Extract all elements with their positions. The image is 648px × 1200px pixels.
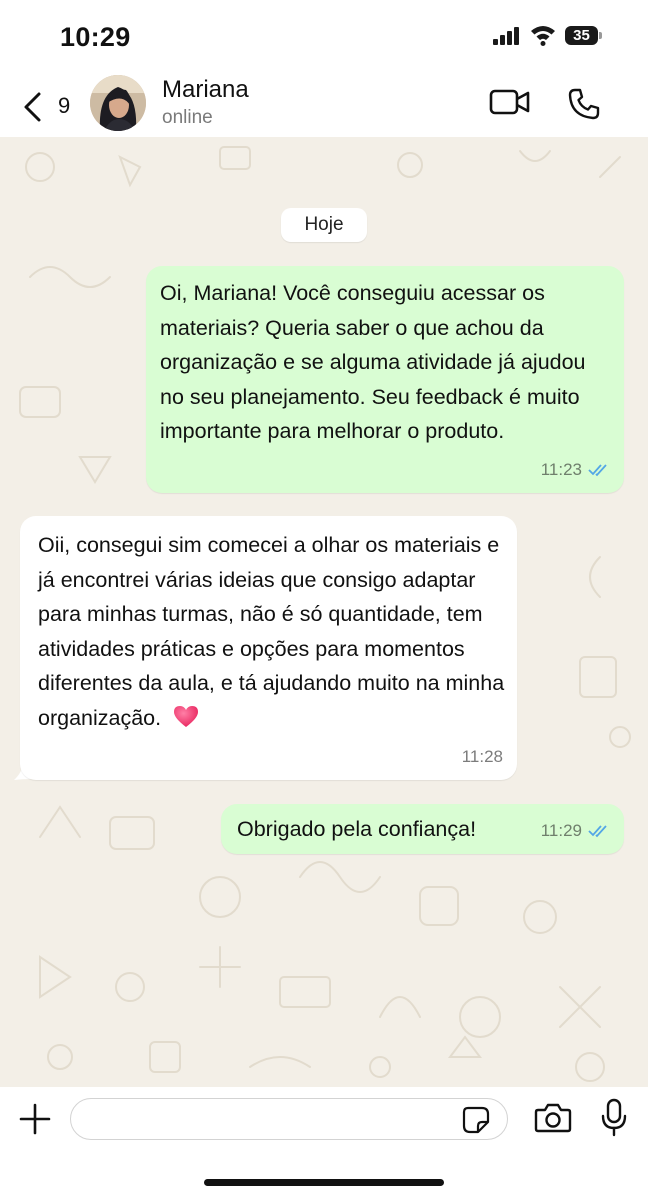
message-text: Obrigado pela confiança!	[237, 817, 477, 841]
message-time: 11:29	[540, 820, 582, 840]
battery-icon: 35	[565, 26, 598, 45]
avatar[interactable]	[90, 75, 146, 131]
cellular-signal-icon	[493, 27, 519, 45]
contact-name[interactable]: Mariana	[162, 76, 249, 104]
message-input[interactable]	[70, 1098, 508, 1140]
double-check-icon	[588, 825, 607, 838]
status-time: 10:29	[60, 22, 131, 52]
battery-level: 35	[573, 27, 590, 44]
date-separator: Hoje	[281, 208, 367, 242]
plus-icon[interactable]	[18, 1102, 52, 1136]
home-indicator[interactable]	[204, 1179, 444, 1186]
chat-area[interactable]: Hoje Oi, Mariana! Você conseguiu acessar…	[0, 137, 648, 1087]
microphone-icon[interactable]	[600, 1098, 628, 1138]
message-composer	[0, 1087, 648, 1200]
battery-tip	[599, 32, 602, 39]
message-text: Oi, Mariana! Você conseguiu acessar os m…	[160, 281, 586, 443]
double-check-icon	[588, 464, 607, 477]
contact-status: online	[162, 107, 213, 128]
unread-count[interactable]: 9	[58, 93, 70, 119]
wifi-icon	[531, 26, 555, 46]
phone-icon[interactable]	[567, 87, 601, 121]
camera-icon[interactable]	[534, 1102, 572, 1134]
message-text: Oii, consegui sim comecei a olhar os mat…	[38, 528, 508, 735]
message-meta: 11:28	[462, 740, 503, 775]
chat-header: 9 Mariana online	[0, 75, 648, 137]
message-meta: 11:29	[541, 814, 610, 849]
message-meta: 11:23	[541, 453, 610, 488]
message-text-content: Oii, consegui sim comecei a olhar os mat…	[38, 533, 505, 730]
message-outgoing[interactable]: Obrigado pela confiança! 11:29	[221, 804, 624, 854]
message-outgoing[interactable]: Oi, Mariana! Você conseguiu acessar os m…	[146, 266, 624, 493]
message-incoming[interactable]: Oii, consegui sim comecei a olhar os mat…	[20, 516, 517, 780]
message-time: 11:28	[461, 746, 503, 766]
message-time: 11:23	[540, 459, 582, 479]
heart-emoji	[174, 705, 199, 727]
video-call-icon[interactable]	[489, 88, 531, 116]
sticker-icon[interactable]	[462, 1106, 490, 1134]
chevron-left-icon[interactable]	[20, 91, 48, 123]
status-bar: 10:29 35	[0, 0, 648, 75]
